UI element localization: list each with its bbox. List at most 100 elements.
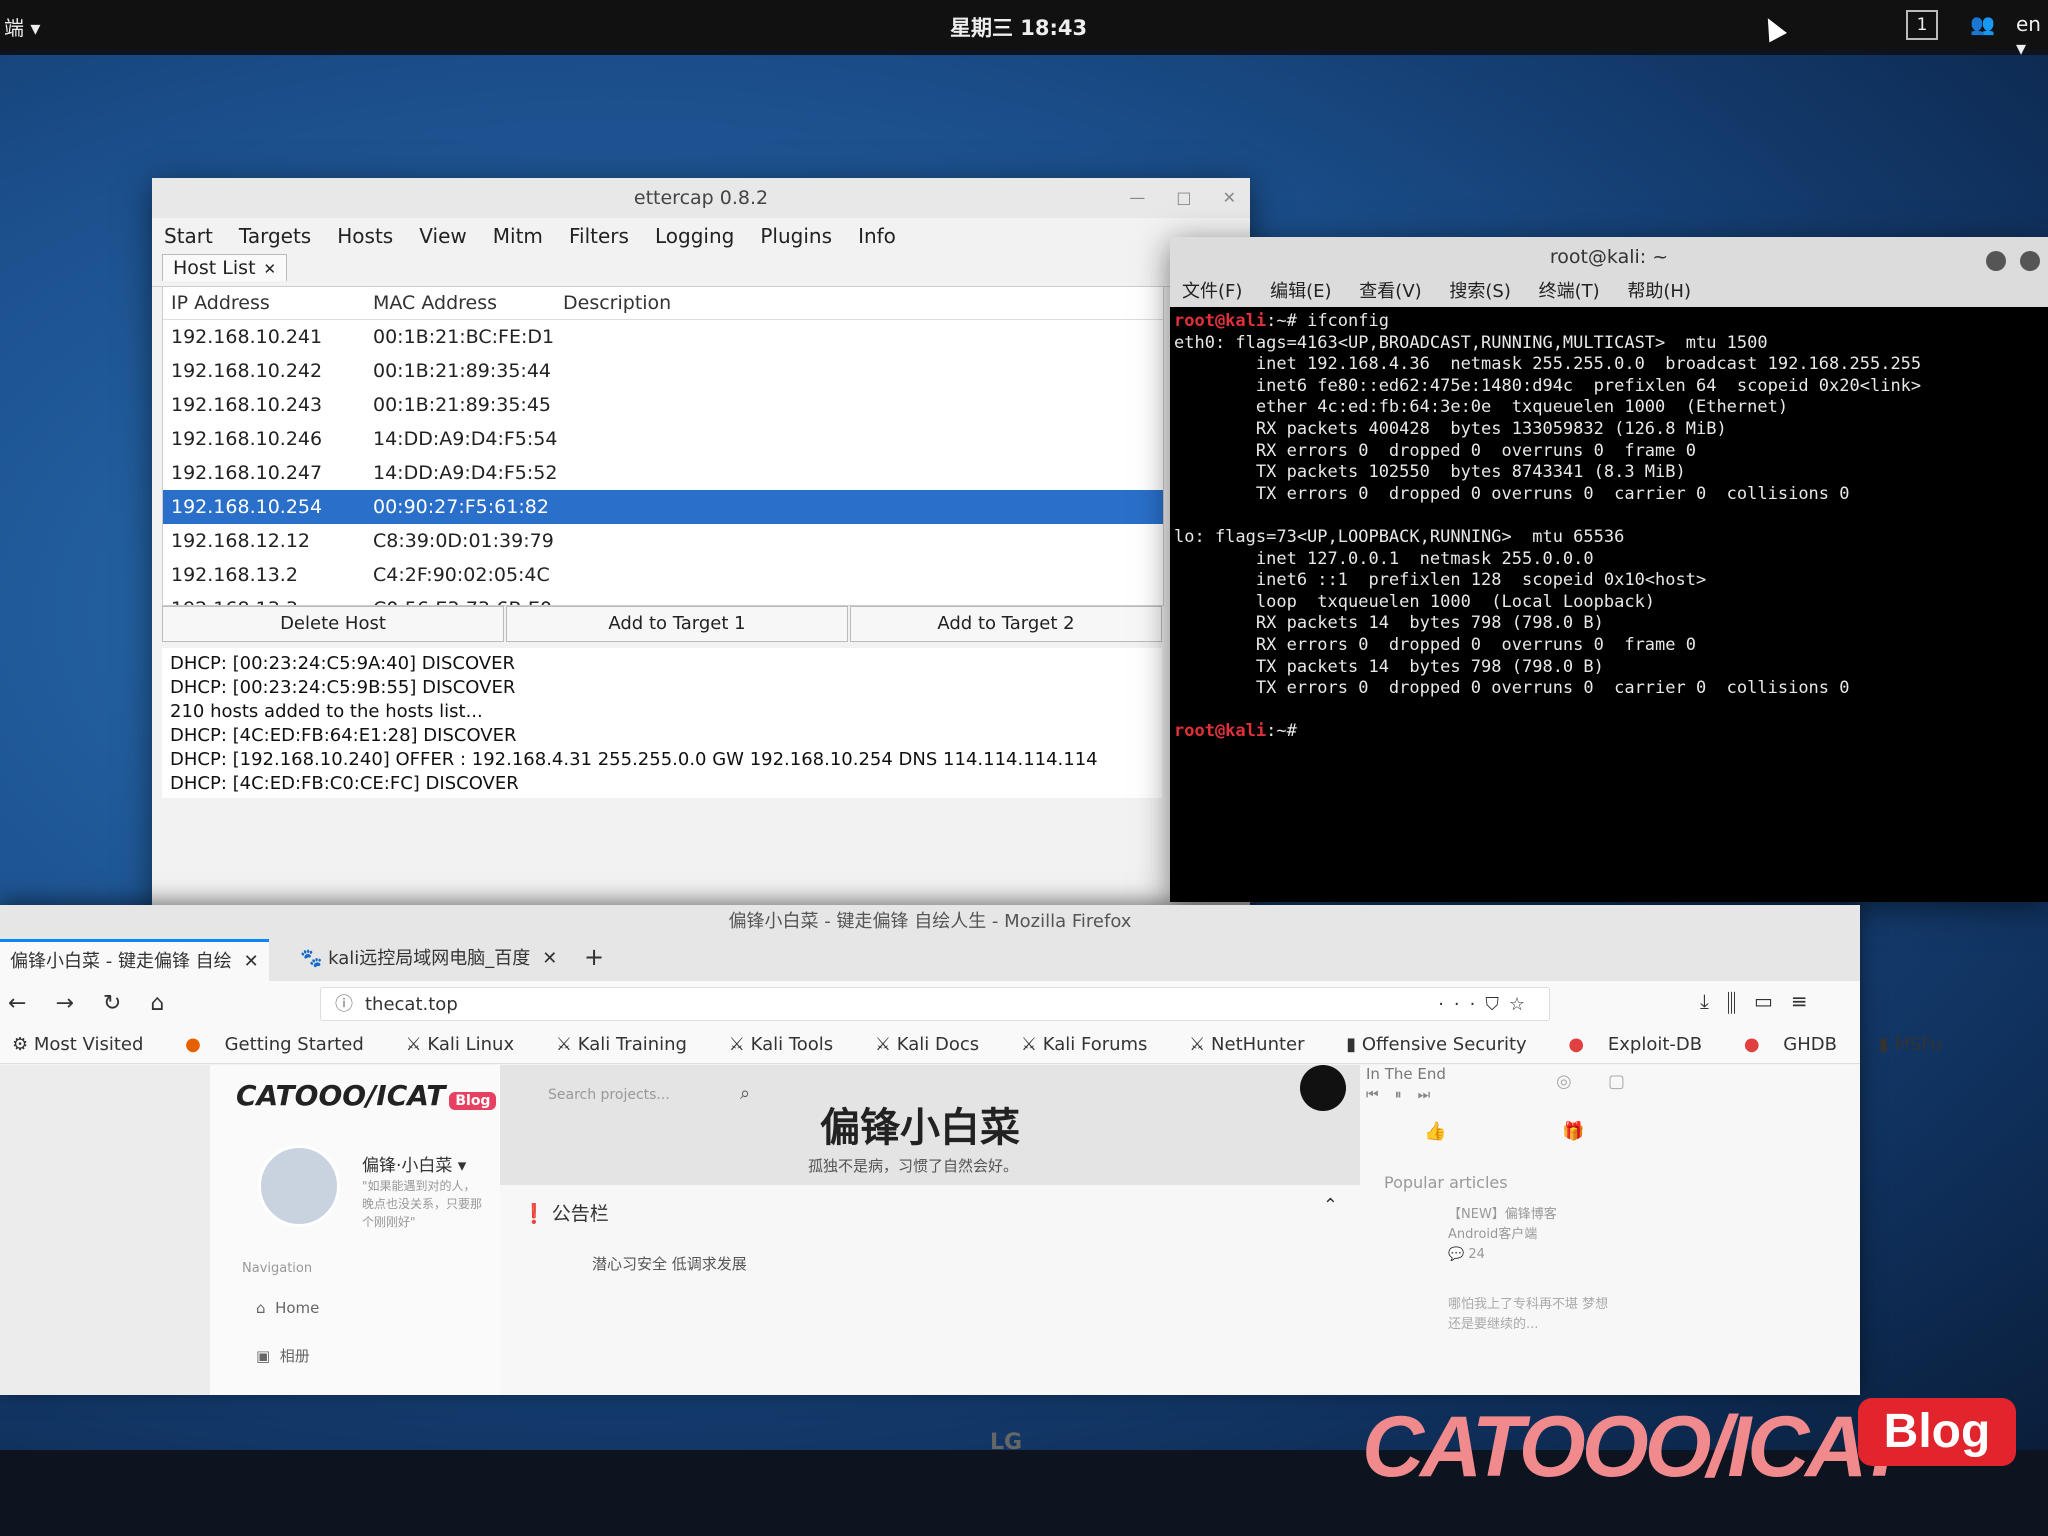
table-row[interactable]: 192.168.12.12 C8:39:0D:01:39:79 <box>163 524 1163 558</box>
menu-help[interactable]: 帮助(H) <box>1627 281 1691 302</box>
tab-host-list[interactable]: Host List ✕ <box>162 254 288 281</box>
forward-icon[interactable]: → <box>55 991 73 1016</box>
library-icon[interactable]: ⫼ <box>1727 989 1754 1013</box>
gift-icon[interactable]: 🎁 <box>1562 1121 1584 1142</box>
log-pane[interactable]: DHCP: [00:23:24:C5:9A:40] DISCOVER DHCP:… <box>162 648 1162 798</box>
url-bar[interactable]: ⓘ thecat.top ···⛉☆ <box>320 987 1550 1021</box>
star-icon[interactable]: ☆ <box>1509 994 1535 1015</box>
popular-article[interactable]: 【NEW】偏锋博客 Android客户端 💬 24 <box>1448 1205 1608 1265</box>
bookmark-getting-started[interactable]: ● Getting Started <box>185 1034 382 1055</box>
table-row[interactable]: 192.168.13.3 C0:56:E3:73:6B:E0 <box>163 592 1163 605</box>
menu-file[interactable]: 文件(F) <box>1182 281 1242 302</box>
volume-icon[interactable]: ◎ <box>1556 1071 1572 1092</box>
table-row[interactable]: 192.168.13.2 C4:2F:90:02:05:4C <box>163 558 1163 592</box>
reload-icon[interactable]: ↻ <box>103 991 121 1016</box>
menu-edit[interactable]: 编辑(E) <box>1270 281 1331 302</box>
table-row[interactable]: 192.168.10.242 00:1B:21:89:35:44 <box>163 354 1163 388</box>
download-icon[interactable]: ⤓ <box>1700 989 1727 1013</box>
popular-article[interactable]: 哪怕我上了专科再不堪 梦想还是要继续的... <box>1448 1295 1618 1335</box>
nav-item-album[interactable]: ▣ 相册 <box>256 1345 310 1366</box>
nav-item-home[interactable]: ⌂ Home <box>256 1299 319 1317</box>
language-selector[interactable]: en ▾ <box>2016 12 2048 60</box>
bookmark-most-visited[interactable]: ⚙ Most Visited <box>12 1034 161 1055</box>
search-icon[interactable]: ⌕ <box>740 1083 750 1104</box>
menu-view[interactable]: 查看(V) <box>1359 281 1421 302</box>
workspace-indicator[interactable]: 1 <box>1906 10 1938 40</box>
menu-search[interactable]: 搜索(S) <box>1449 281 1510 302</box>
close-tab-icon[interactable]: ✕ <box>542 948 557 969</box>
back-icon[interactable]: ← <box>8 991 26 1016</box>
minimize-icon[interactable]: — <box>1129 188 1145 207</box>
collapse-icon[interactable]: ⌃ <box>1323 1195 1338 1216</box>
menu-icon[interactable]: ≡ <box>1791 989 1826 1013</box>
add-to-target-1-button[interactable]: Add to Target 1 <box>506 606 848 642</box>
bookmark-ghdb[interactable]: ● GHDB <box>1744 1034 1855 1055</box>
clock[interactable]: 星期三 18:43 <box>950 12 1087 42</box>
menu-view[interactable]: View <box>419 224 466 248</box>
host-ip: 192.168.12.12 <box>171 530 311 552</box>
menu-filters[interactable]: Filters <box>569 224 629 248</box>
window-title: ettercap 0.8.2 <box>633 187 769 209</box>
bookmark-offensive-security[interactable]: ▮ Offensive Security <box>1346 1034 1544 1055</box>
menu-plugins[interactable]: Plugins <box>760 224 832 248</box>
close-tab-icon[interactable]: ✕ <box>264 260 277 278</box>
users-icon[interactable]: 👥 <box>1970 12 1995 36</box>
thumbs-up-icon[interactable]: 👍 <box>1424 1121 1446 1142</box>
column-description[interactable]: Description <box>563 287 671 319</box>
table-row[interactable]: 192.168.10.241 00:1B:21:BC:FE:D1 <box>163 320 1163 354</box>
host-ip: 192.168.13.2 <box>171 564 298 586</box>
menu-mitm[interactable]: Mitm <box>493 224 543 248</box>
host-ip: 192.168.10.254 <box>171 496 323 518</box>
username[interactable]: 偏锋·小白菜 ▾ <box>362 1151 466 1176</box>
home-icon[interactable]: ⌂ <box>150 991 164 1016</box>
table-row[interactable]: 192.168.10.246 14:DD:A9:D4:F5:54 <box>163 422 1163 456</box>
bookmark-kali-forums[interactable]: ⚔ Kali Forums <box>1021 1034 1166 1055</box>
window-title: 偏锋小白菜 - 键走偏锋 自绘人生 - Mozilla Firefox <box>0 905 1860 939</box>
terminal-output[interactable]: root@kali:~# ifconfig eth0: flags=4163<U… <box>1170 307 2048 747</box>
avatar[interactable] <box>258 1145 340 1227</box>
sidebar-icon[interactable]: ▭ <box>1754 989 1791 1013</box>
desktop: ettercap 0.8.2 — □ ✕ Start Targets Hosts… <box>0 55 2048 1450</box>
bookmark-msfu[interactable]: ▮ MSFu <box>1879 1034 1960 1055</box>
terminal-window[interactable]: root@kali: ~ 文件(F) 编辑(E) 查看(V) 搜索(S) 终端(… <box>1170 237 2048 902</box>
prompt-user: root@kali <box>1174 311 1267 331</box>
site-search-input[interactable]: Search projects... ⌕ <box>548 1083 750 1104</box>
menu-targets[interactable]: Targets <box>239 224 311 248</box>
terminal-titlebar: root@kali: ~ <box>1170 237 2048 277</box>
close-tab-icon[interactable]: ✕ <box>244 951 259 972</box>
bookmark-exploit-db[interactable]: ● Exploit-DB <box>1568 1034 1720 1055</box>
table-row[interactable]: 192.168.10.247 14:DD:A9:D4:F5:52 <box>163 456 1163 490</box>
bookmark-kali-training[interactable]: ⚔ Kali Training <box>556 1034 705 1055</box>
close-icon[interactable]: ✕ <box>1223 188 1236 207</box>
column-mac[interactable]: MAC Address <box>373 287 497 319</box>
table-row[interactable]: 192.168.10.243 00:1B:21:89:35:45 <box>163 388 1163 422</box>
browser-tab[interactable]: 🐾 kali远控局域网电脑_百度 ✕ <box>290 939 567 979</box>
maximize-icon[interactable]: □ <box>1176 188 1191 207</box>
bookmark-nethunter[interactable]: ⚔ NetHunter <box>1189 1034 1322 1055</box>
activities-menu[interactable]: 端 ▾ <box>4 12 40 41</box>
column-ip[interactable]: IP Address <box>171 287 270 319</box>
table-row-selected[interactable]: 192.168.10.254 00:90:27:F5:61:82 <box>163 490 1163 524</box>
minimize-icon[interactable] <box>1986 251 2006 271</box>
more-icon[interactable]: ··· <box>1438 994 1485 1015</box>
delete-host-button[interactable]: Delete Host <box>162 606 504 642</box>
player-controls[interactable]: ⏮⏸⏭ <box>1366 1087 1446 1103</box>
menu-info[interactable]: Info <box>858 224 896 248</box>
bookmark-kali-tools[interactable]: ⚔ Kali Tools <box>729 1034 851 1055</box>
browser-tab-active[interactable]: 偏锋小白菜 - 键走偏锋 自绘 ✕ <box>0 939 269 982</box>
pocket-icon[interactable]: ⛉ <box>1485 994 1509 1015</box>
bookmark-kali-linux[interactable]: ⚔ Kali Linux <box>406 1034 533 1055</box>
menu-start[interactable]: Start <box>164 224 213 248</box>
maximize-icon[interactable] <box>2020 251 2040 271</box>
new-tab-button[interactable]: + <box>584 943 604 971</box>
site-logo[interactable]: CATOOO/ICAT Blog <box>236 1079 497 1112</box>
monitor-brand-logo: LG <box>990 1430 1023 1455</box>
comment-icon[interactable]: ▢ <box>1608 1071 1625 1092</box>
menu-terminal[interactable]: 终端(T) <box>1539 281 1600 302</box>
host-ip: 192.168.10.243 <box>171 394 323 416</box>
menu-hosts[interactable]: Hosts <box>337 224 393 248</box>
info-icon[interactable]: ⓘ <box>335 988 353 1022</box>
bookmark-kali-docs[interactable]: ⚔ Kali Docs <box>875 1034 997 1055</box>
menu-logging[interactable]: Logging <box>655 224 734 248</box>
add-to-target-2-button[interactable]: Add to Target 2 <box>850 606 1162 642</box>
